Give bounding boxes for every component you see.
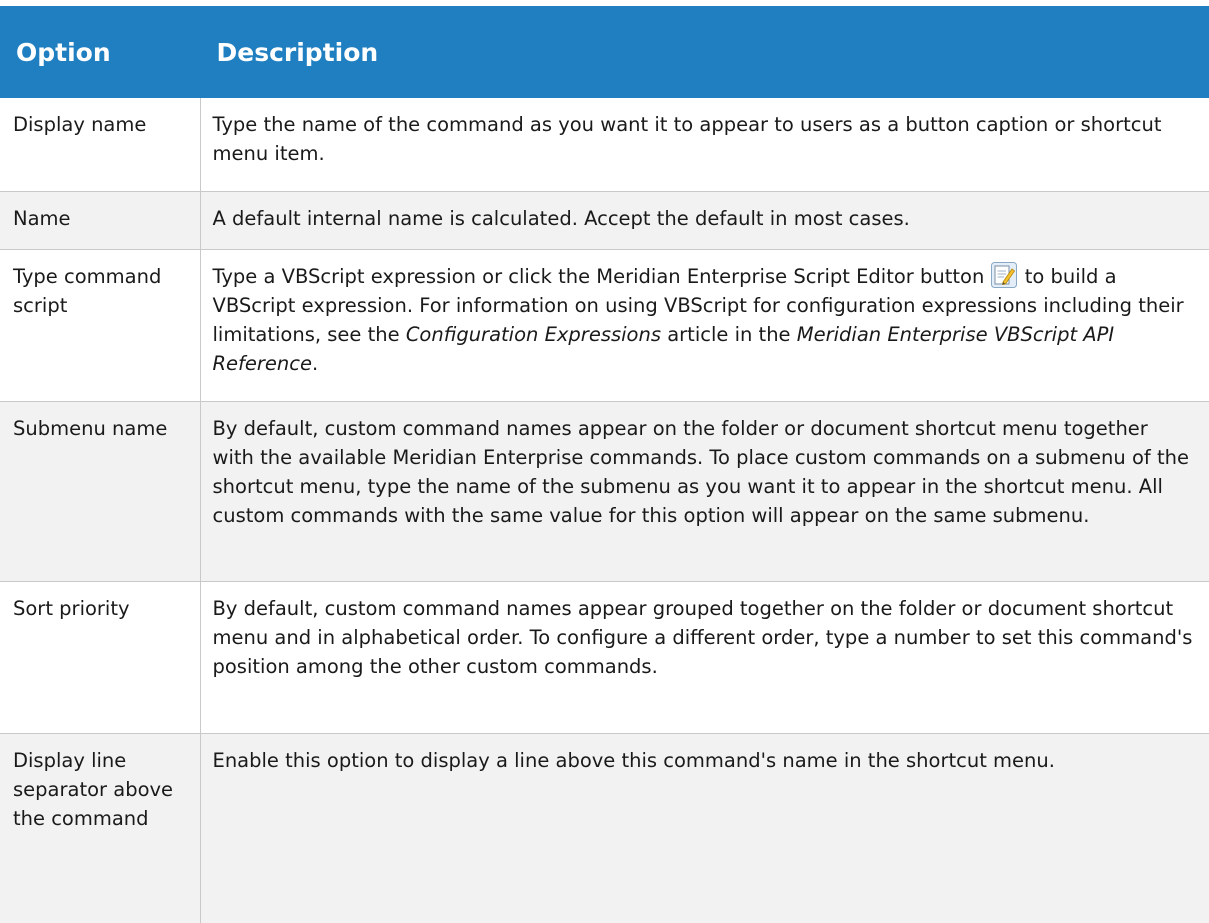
description-cell: By default, custom command names appear …	[199, 581, 1209, 734]
table-row: Sort priority By default, custom command…	[0, 581, 1209, 734]
table-row: Type command script Type a VBScript expr…	[0, 249, 1209, 402]
description-cell: By default, custom command names appear …	[199, 401, 1209, 582]
table-row: Display line separator above the command…	[0, 733, 1209, 923]
description-cell: A default internal name is calculated. A…	[199, 191, 1209, 250]
script-editor-icon	[990, 261, 1017, 288]
table-row: Display name Type the name of the comman…	[0, 98, 1209, 192]
table-row: Name A default internal name is calculat…	[0, 191, 1209, 250]
options-table: Option Description Display name Type the…	[0, 0, 1209, 923]
table-row: Submenu name By default, custom command …	[0, 401, 1209, 582]
option-cell: Submenu name	[0, 401, 200, 582]
description-cell: Enable this option to display a line abo…	[199, 733, 1209, 923]
description-text: .	[312, 351, 319, 375]
option-cell: Display name	[0, 98, 200, 192]
header-option: Option	[0, 0, 200, 98]
option-cell: Sort priority	[0, 581, 200, 734]
table-header: Option Description	[0, 0, 1209, 98]
description-cell: Type a VBScript expression or click the …	[199, 249, 1209, 402]
header-row: Option Description	[0, 0, 1209, 98]
option-cell: Name	[0, 191, 200, 250]
description-text: Type a VBScript expression or click the …	[212, 264, 991, 288]
emphasis-text: Configuration Expressions	[405, 322, 662, 346]
table-body: Display name Type the name of the comman…	[0, 98, 1209, 923]
header-description: Description	[199, 0, 1209, 98]
option-cell: Display line separator above the command	[0, 733, 200, 923]
description-cell: Type the name of the command as you want…	[199, 98, 1209, 192]
option-cell: Type command script	[0, 249, 200, 402]
description-text: article in the	[661, 322, 797, 346]
